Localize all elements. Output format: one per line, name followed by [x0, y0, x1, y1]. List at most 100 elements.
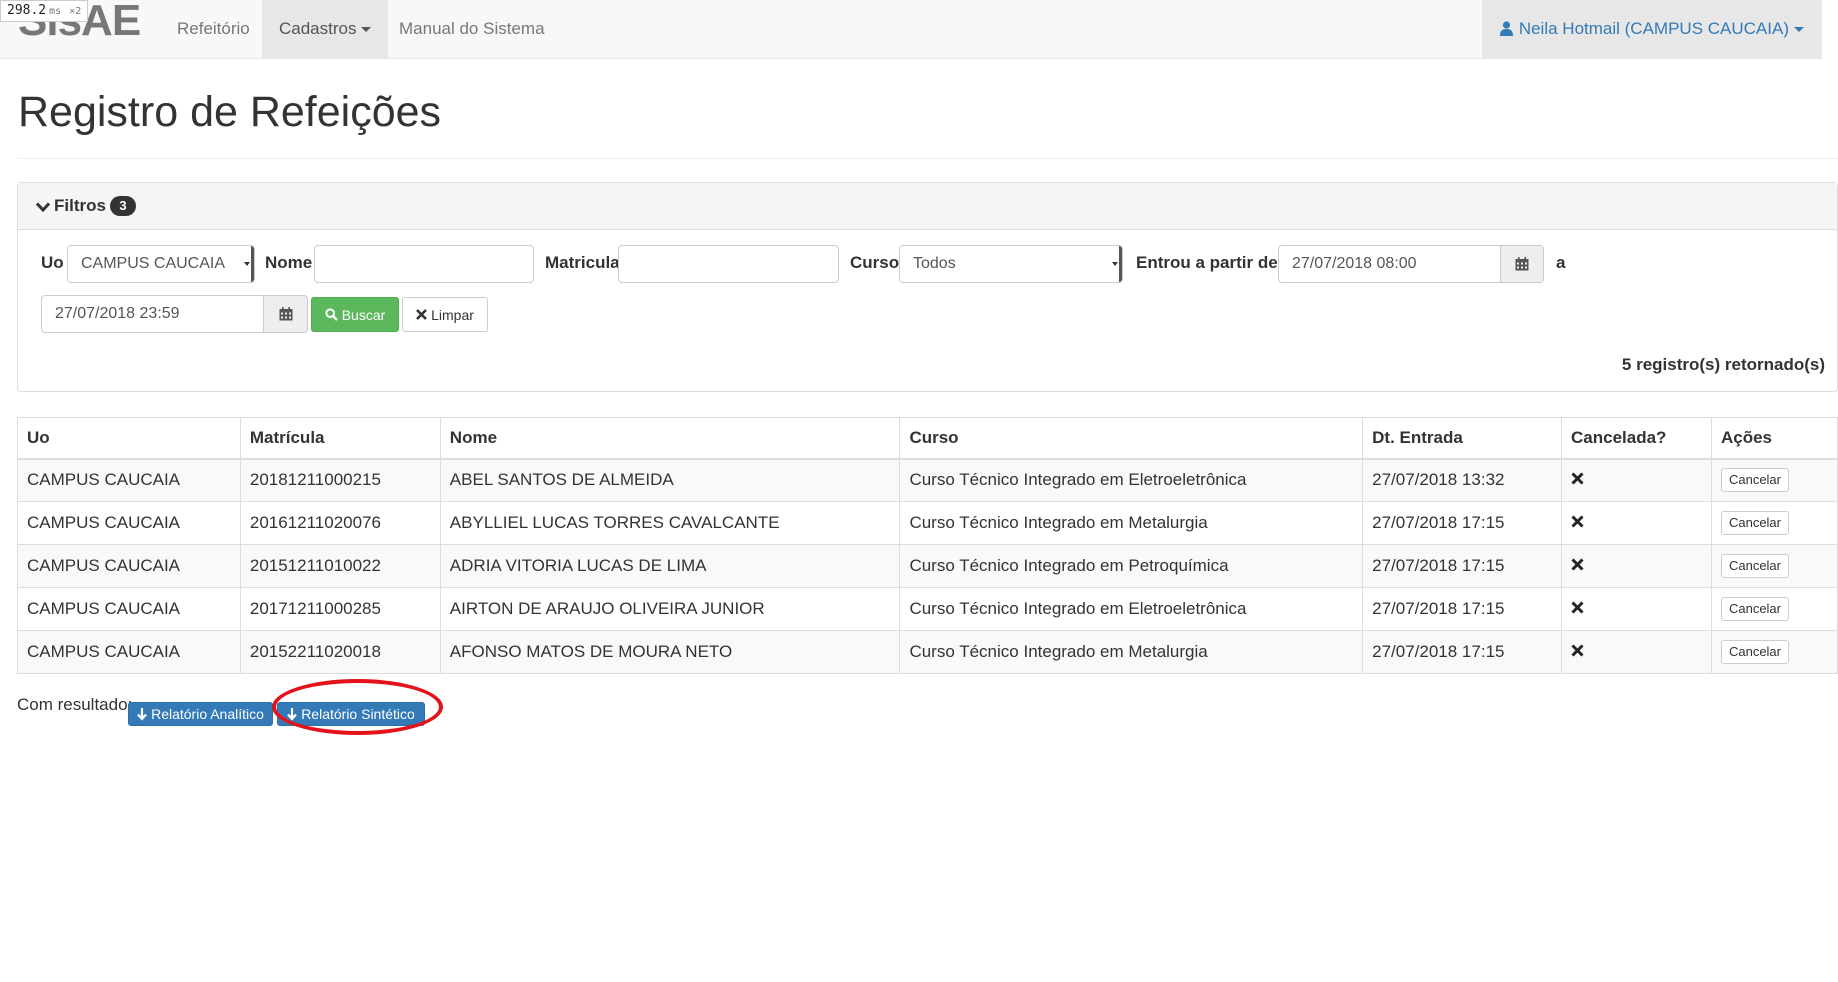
nav-item-label: Manual do Sistema [399, 19, 545, 38]
cancelar-button[interactable]: Cancelar [1720, 597, 1789, 621]
page-title: Registro de Refeições [18, 88, 442, 136]
nav-item-manual[interactable]: Manual do Sistema [382, 0, 562, 58]
user-menu[interactable]: Neila Hotmail (CAMPUS CAUCAIA) [1481, 0, 1822, 58]
download-icon [287, 707, 298, 721]
cell-acoes: Cancelar [1710, 630, 1838, 674]
cell-cancelada [1561, 630, 1712, 674]
caret-down-icon [1794, 27, 1804, 33]
nav-item-cadastros[interactable]: Cadastros [262, 0, 389, 58]
nav-item-refeitorio[interactable]: Refeitório [160, 0, 267, 58]
curso-label: Curso [850, 253, 900, 272]
table-row: CAMPUS CAUCAIA 20181211000215 ABEL SANTO… [17, 458, 1838, 502]
cancelar-button[interactable]: Cancelar [1720, 468, 1789, 493]
cell-nome: ADRIA VITORIA LUCAS DE LIMA [439, 544, 901, 588]
cell-matricula: 20161211020076 [239, 501, 441, 545]
table-header-row: Uo Matrícula Nome Curso Dt. Entrada Canc… [17, 417, 1838, 460]
select-edge [251, 246, 254, 282]
result-count: 5 registro(s) retornado(s) [1621, 355, 1825, 374]
cancelar-button[interactable]: Cancelar [1720, 511, 1789, 535]
column-header-acoes: Ações [1710, 417, 1838, 460]
filters-toggle[interactable]: Filtros 3 [18, 183, 1837, 230]
cell-matricula: 20152211020018 [239, 630, 441, 674]
matricula-input[interactable] [618, 245, 839, 283]
cell-matricula: 20151211010022 [239, 544, 441, 588]
perf-unit: ms [49, 6, 62, 17]
table-row: CAMPUS CAUCAIA 20152211020018 AFONSO MAT… [17, 630, 1838, 674]
uo-label: Uo [41, 253, 64, 272]
navbar: SisAE Refeitório Cadastros Manual do Sis… [0, 0, 1822, 59]
curso-select-value: Todos [913, 255, 956, 272]
limpar-button[interactable]: Limpar [402, 297, 488, 332]
cell-cancelada [1561, 544, 1712, 588]
cell-curso: Curso Técnico Integrado em Eletroeletrôn… [899, 587, 1364, 631]
cell-cancelada [1561, 458, 1712, 502]
relatorio-analitico-button[interactable]: Relatório Analítico [128, 702, 273, 726]
cell-uo: CAMPUS CAUCAIA [17, 544, 241, 588]
user-icon [1499, 21, 1513, 36]
caret-down-icon [244, 262, 250, 266]
date-to-calendar-button[interactable] [263, 295, 308, 333]
cell-uo: CAMPUS CAUCAIA [17, 587, 241, 631]
cell-nome: AIRTON DE ARAUJO OLIVEIRA JUNIOR [439, 587, 901, 631]
cell-acoes: Cancelar [1710, 587, 1838, 631]
relatorio-analitico-label: Relatório Analítico [151, 706, 264, 722]
calendar-icon [279, 307, 292, 321]
caret-down-icon [361, 27, 372, 33]
perf-multiplier: ×2 [69, 6, 82, 17]
cell-entrada: 27/07/2018 13:32 [1362, 458, 1563, 502]
filters-count-badge: 3 [109, 196, 136, 216]
cell-nome: AFONSO MATOS DE MOURA NETO [439, 630, 901, 674]
cell-matricula: 20171211000285 [239, 587, 441, 631]
date-from-calendar-button[interactable] [1500, 245, 1544, 283]
user-name: Neila Hotmail (CAMPUS CAUCAIA) [1518, 19, 1789, 38]
cell-entrada: 27/07/2018 17:15 [1362, 501, 1563, 545]
cell-curso: Curso Técnico Integrado em Petroquímica [899, 544, 1364, 588]
cell-uo: CAMPUS CAUCAIA [17, 630, 241, 674]
cell-cancelada [1561, 501, 1712, 545]
table-row: CAMPUS CAUCAIA 20151211010022 ADRIA VITO… [17, 544, 1838, 588]
x-mark-icon [1571, 601, 1584, 614]
date-from-input[interactable] [1278, 245, 1501, 283]
a-label: a [1556, 253, 1566, 272]
column-header-cancelada[interactable]: Cancelada? [1561, 417, 1712, 460]
search-icon [325, 308, 338, 321]
relatorio-sintetico-button[interactable]: Relatório Sintético [277, 702, 425, 726]
close-icon [416, 309, 428, 320]
uo-select-value: CAMPUS CAUCAIA [81, 255, 226, 272]
buscar-label: Buscar [341, 306, 386, 323]
limpar-label: Limpar [431, 306, 474, 323]
export-label: Com resultado: [17, 695, 133, 714]
uo-select[interactable]: CAMPUS CAUCAIA [67, 245, 255, 283]
cell-matricula: 20181211000215 [239, 458, 441, 502]
cancelar-button[interactable]: Cancelar [1720, 554, 1789, 578]
filters-title: Filtros [54, 196, 106, 215]
calendar-icon [1515, 257, 1529, 271]
matricula-label: Matricula [545, 253, 620, 272]
relatorio-sintetico-label: Relatório Sintético [301, 706, 415, 722]
cell-entrada: 27/07/2018 17:15 [1362, 587, 1563, 631]
buscar-button[interactable]: Buscar [311, 297, 399, 332]
results-table: Uo Matrícula Nome Curso Dt. Entrada Canc… [17, 417, 1838, 674]
table-row: CAMPUS CAUCAIA 20161211020076 ABYLLIEL L… [17, 501, 1838, 545]
column-header-nome[interactable]: Nome [439, 417, 901, 460]
cell-entrada: 27/07/2018 17:15 [1362, 544, 1563, 588]
column-header-dt-entrada[interactable]: Dt. Entrada [1362, 417, 1563, 460]
cell-entrada: 27/07/2018 17:15 [1362, 630, 1563, 674]
nav-item-label: Refeitório [177, 19, 250, 38]
date-to-input[interactable] [41, 295, 264, 333]
column-header-matricula[interactable]: Matrícula [239, 417, 441, 460]
perf-value: 298.2 [7, 3, 47, 18]
cell-curso: Curso Técnico Integrado em Metalurgia [899, 630, 1364, 674]
cell-uo: CAMPUS CAUCAIA [17, 458, 241, 502]
nome-input[interactable] [314, 245, 534, 283]
column-header-curso[interactable]: Curso [899, 417, 1364, 460]
nome-label: Nome [265, 253, 313, 272]
cancelar-button[interactable]: Cancelar [1720, 640, 1789, 664]
cell-nome: ABYLLIEL LUCAS TORRES CAVALCANTE [439, 501, 901, 545]
curso-select[interactable]: Todos [899, 245, 1123, 283]
cell-cancelada [1561, 587, 1712, 631]
cell-acoes: Cancelar [1710, 544, 1838, 588]
cell-curso: Curso Técnico Integrado em Metalurgia [899, 501, 1364, 545]
x-mark-icon [1571, 472, 1584, 485]
column-header-uo[interactable]: Uo [17, 417, 241, 460]
